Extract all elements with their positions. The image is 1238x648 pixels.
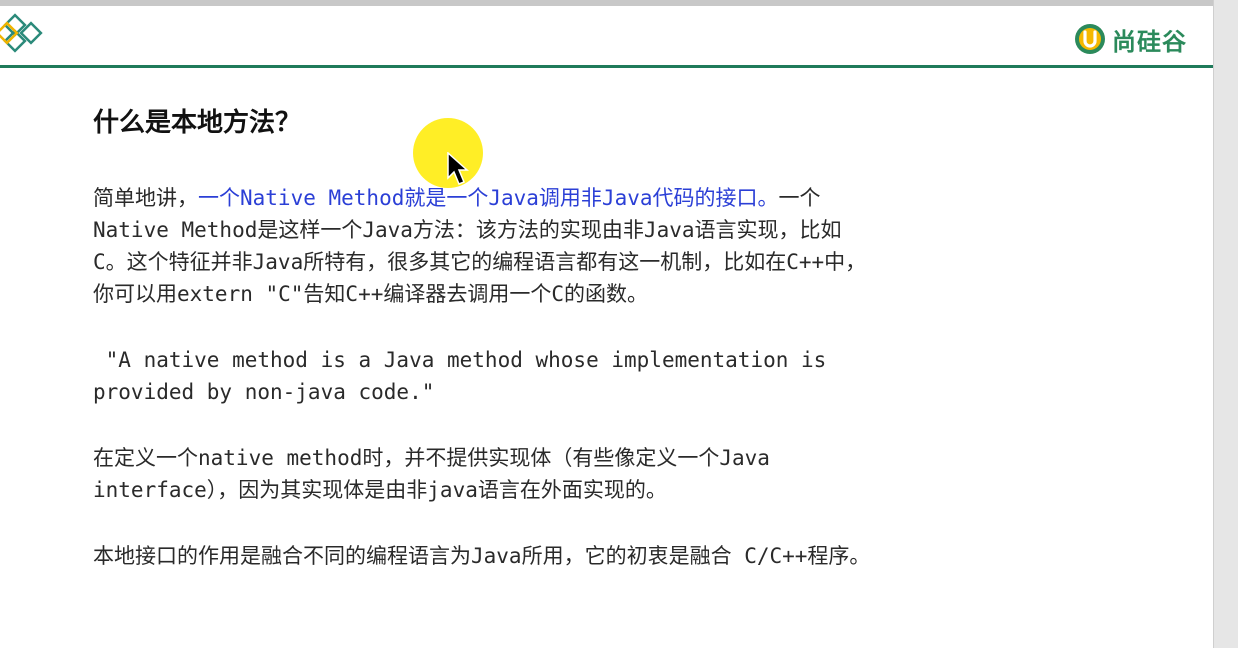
window-right-gutter [1213,0,1238,648]
p4-line1: 本地接口的作用是融合不同的编程语言为Java所用，它的初衷是融合 C/C++程序… [93,544,871,568]
diamond-pattern-icon [0,13,43,53]
p1-line3: C。这个特征并非Java所特有，很多其它的编程语言都有这一机制，比如在C++中， [93,250,867,274]
header-divider [0,65,1213,68]
p3-line2: interface），因为其实现体是由非java语言在外面实现的。 [93,478,667,502]
p1-highlight: 一个Native Method就是一个Java调用非Java代码的接口。 [198,186,779,210]
p1-line2: Native Method是这样一个Java方法：该方法的实现由非Java语言实… [93,218,842,242]
p1-line4: 你可以用extern "C"告知C++编译器去调用一个C的函数。 [93,282,649,306]
p2-line2: provided by non-java code." [93,380,435,404]
brand-name: 尚硅谷 [1112,27,1187,56]
p2-line1: "A native method is a Java method whose … [93,348,827,372]
slide-title: 什么是本地方法？ [93,108,302,138]
p1-lead: 简单地讲， [93,186,198,210]
p3-line1: 在定义一个native method时，并不提供实现体（有些像定义一个Java [93,446,770,470]
mouse-pointer-icon [447,152,469,185]
u-logo-icon [1075,24,1105,54]
paragraph-definition: 简单地讲，一个Native Method就是一个Java调用非Java代码的接口… [93,182,866,310]
paragraph-quote: "A native method is a Java method whose … [93,344,826,408]
paragraph-purpose: 本地接口的作用是融合不同的编程语言为Java所用，它的初衷是融合 C/C++程序… [93,540,870,572]
brand-logo: 尚硅谷 [1074,22,1187,56]
p1-line1-tail: 一个 [778,186,821,210]
slide: 尚硅谷 什么是本地方法？ 简单地讲，一个Native Method就是一个Jav… [0,6,1213,648]
paragraph-implementation: 在定义一个native method时，并不提供实现体（有些像定义一个Java … [93,442,770,506]
